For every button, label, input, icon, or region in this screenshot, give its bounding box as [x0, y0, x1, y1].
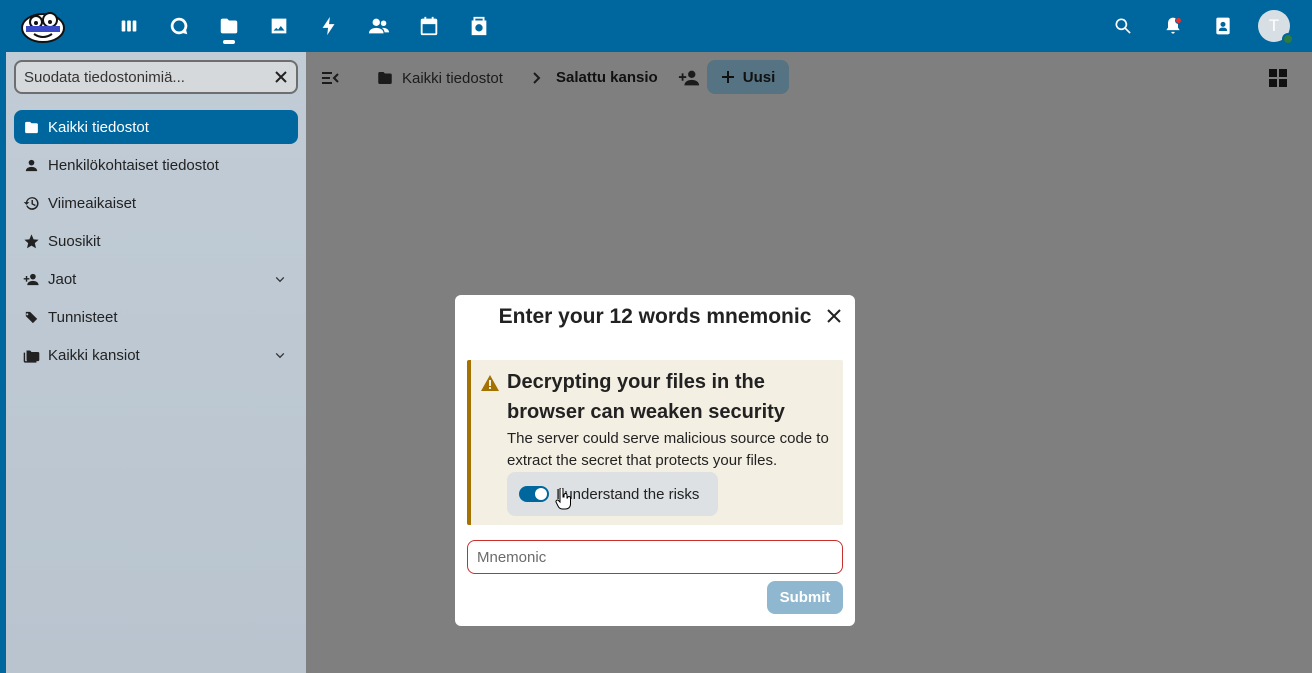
- chevron-down-icon[interactable]: [272, 271, 288, 287]
- nextcloud-logo[interactable]: [20, 10, 66, 44]
- toggle-knob: [535, 488, 547, 500]
- search-icon[interactable]: [1098, 0, 1148, 52]
- sidebar-item-recent[interactable]: Viimeaikaiset: [14, 186, 298, 220]
- user-avatar[interactable]: T: [1258, 10, 1294, 45]
- files-toolbar: Kaikki tiedostot Salattu kansio Uusi: [306, 52, 1312, 104]
- activity-icon[interactable]: [304, 0, 354, 52]
- sidebar-item-favorites[interactable]: Suosikit: [14, 224, 298, 258]
- photos-icon[interactable]: [254, 0, 304, 52]
- end-to-end-icon[interactable]: [454, 0, 504, 52]
- folder-icon: [22, 118, 40, 136]
- contacts-menu-icon[interactable]: [1198, 0, 1248, 52]
- app-menu: [104, 0, 504, 52]
- share-folder-icon[interactable]: [678, 67, 702, 89]
- warning-text: The server could serve malicious source …: [507, 430, 829, 469]
- alert-icon: [480, 374, 500, 392]
- sidebar-item-label: Henkilökohtaiset tiedostot: [48, 156, 219, 174]
- submit-button[interactable]: Submit: [767, 581, 843, 614]
- toggle-navigation-icon[interactable]: [318, 66, 342, 90]
- sidebar-item-tags[interactable]: Tunnisteet: [14, 300, 298, 334]
- understand-risks-label: I understand the risks: [556, 485, 700, 503]
- warning-heading: Decrypting your files in the browser can…: [507, 371, 785, 423]
- new-button-label: Uusi: [742, 68, 776, 86]
- toggle-switch[interactable]: [519, 486, 549, 502]
- sidebar-nav: Kaikki tiedostot Henkilökohtaiset tiedos…: [14, 110, 298, 376]
- files-icon[interactable]: [204, 0, 254, 52]
- calendar-icon[interactable]: [404, 0, 454, 52]
- filename-filter-input[interactable]: [16, 62, 256, 92]
- close-icon[interactable]: [825, 307, 843, 325]
- breadcrumb-root-label: Kaikki tiedostot: [402, 69, 503, 87]
- sidebar-item-label: Tunnisteet: [48, 308, 118, 326]
- contacts-icon[interactable]: [354, 0, 404, 52]
- security-warning: Decrypting your files in the browser can…: [467, 360, 843, 525]
- filter-field: [14, 60, 298, 94]
- mnemonic-input[interactable]: [467, 540, 843, 574]
- talk-icon[interactable]: [154, 0, 204, 52]
- understand-risks-toggle[interactable]: I understand the risks: [507, 472, 718, 516]
- breadcrumb-root[interactable]: Kaikki tiedostot: [376, 66, 503, 90]
- account-icon: [22, 156, 40, 174]
- active-app-indicator: [223, 40, 235, 44]
- sidebar-item-label: Suosikit: [48, 232, 101, 250]
- chevron-down-icon[interactable]: [272, 347, 288, 363]
- chevron-right-icon: [528, 70, 544, 86]
- top-header: T: [0, 0, 1312, 52]
- notification-badge: [1175, 17, 1182, 24]
- notifications-icon[interactable]: [1148, 0, 1198, 52]
- sidebar-item-label: Kaikki tiedostot: [48, 118, 149, 136]
- share-icon: [22, 270, 40, 288]
- folders-icon: [22, 346, 40, 364]
- sidebar-item-all-files[interactable]: Kaikki tiedostot: [14, 110, 298, 144]
- folder-icon: [378, 72, 392, 84]
- sidebar-item-shares[interactable]: Jaot: [14, 262, 298, 296]
- online-status-icon: [1282, 33, 1294, 45]
- header-right: T: [1098, 0, 1312, 52]
- sidebar-item-all-folders[interactable]: Kaikki kansiot: [14, 338, 298, 372]
- hand-cursor-icon: [555, 487, 571, 510]
- star-icon: [22, 232, 40, 250]
- files-sidebar: Kaikki tiedostot Henkilökohtaiset tiedos…: [6, 52, 306, 673]
- new-button[interactable]: Uusi: [707, 60, 789, 94]
- tag-icon: [22, 308, 40, 326]
- sidebar-item-label: Viimeaikaiset: [48, 194, 137, 212]
- sidebar-item-personal-files[interactable]: Henkilökohtaiset tiedostot: [14, 148, 298, 182]
- grid-view-icon[interactable]: [1268, 68, 1288, 88]
- sidebar-item-label: Jaot: [48, 270, 77, 288]
- sidebar-item-label: Kaikki kansiot: [48, 346, 140, 364]
- avatar-initial: T: [1268, 16, 1280, 35]
- dialog-title: Enter your 12 words mnemonic: [498, 305, 812, 328]
- mnemonic-dialog: Enter your 12 words mnemonic Decrypting …: [455, 295, 855, 626]
- clear-filter-icon[interactable]: [272, 68, 290, 86]
- dashboard-icon[interactable]: [104, 0, 154, 52]
- breadcrumb-current[interactable]: Salattu kansio: [556, 69, 658, 86]
- plus-icon: [721, 71, 734, 83]
- history-icon: [22, 194, 40, 212]
